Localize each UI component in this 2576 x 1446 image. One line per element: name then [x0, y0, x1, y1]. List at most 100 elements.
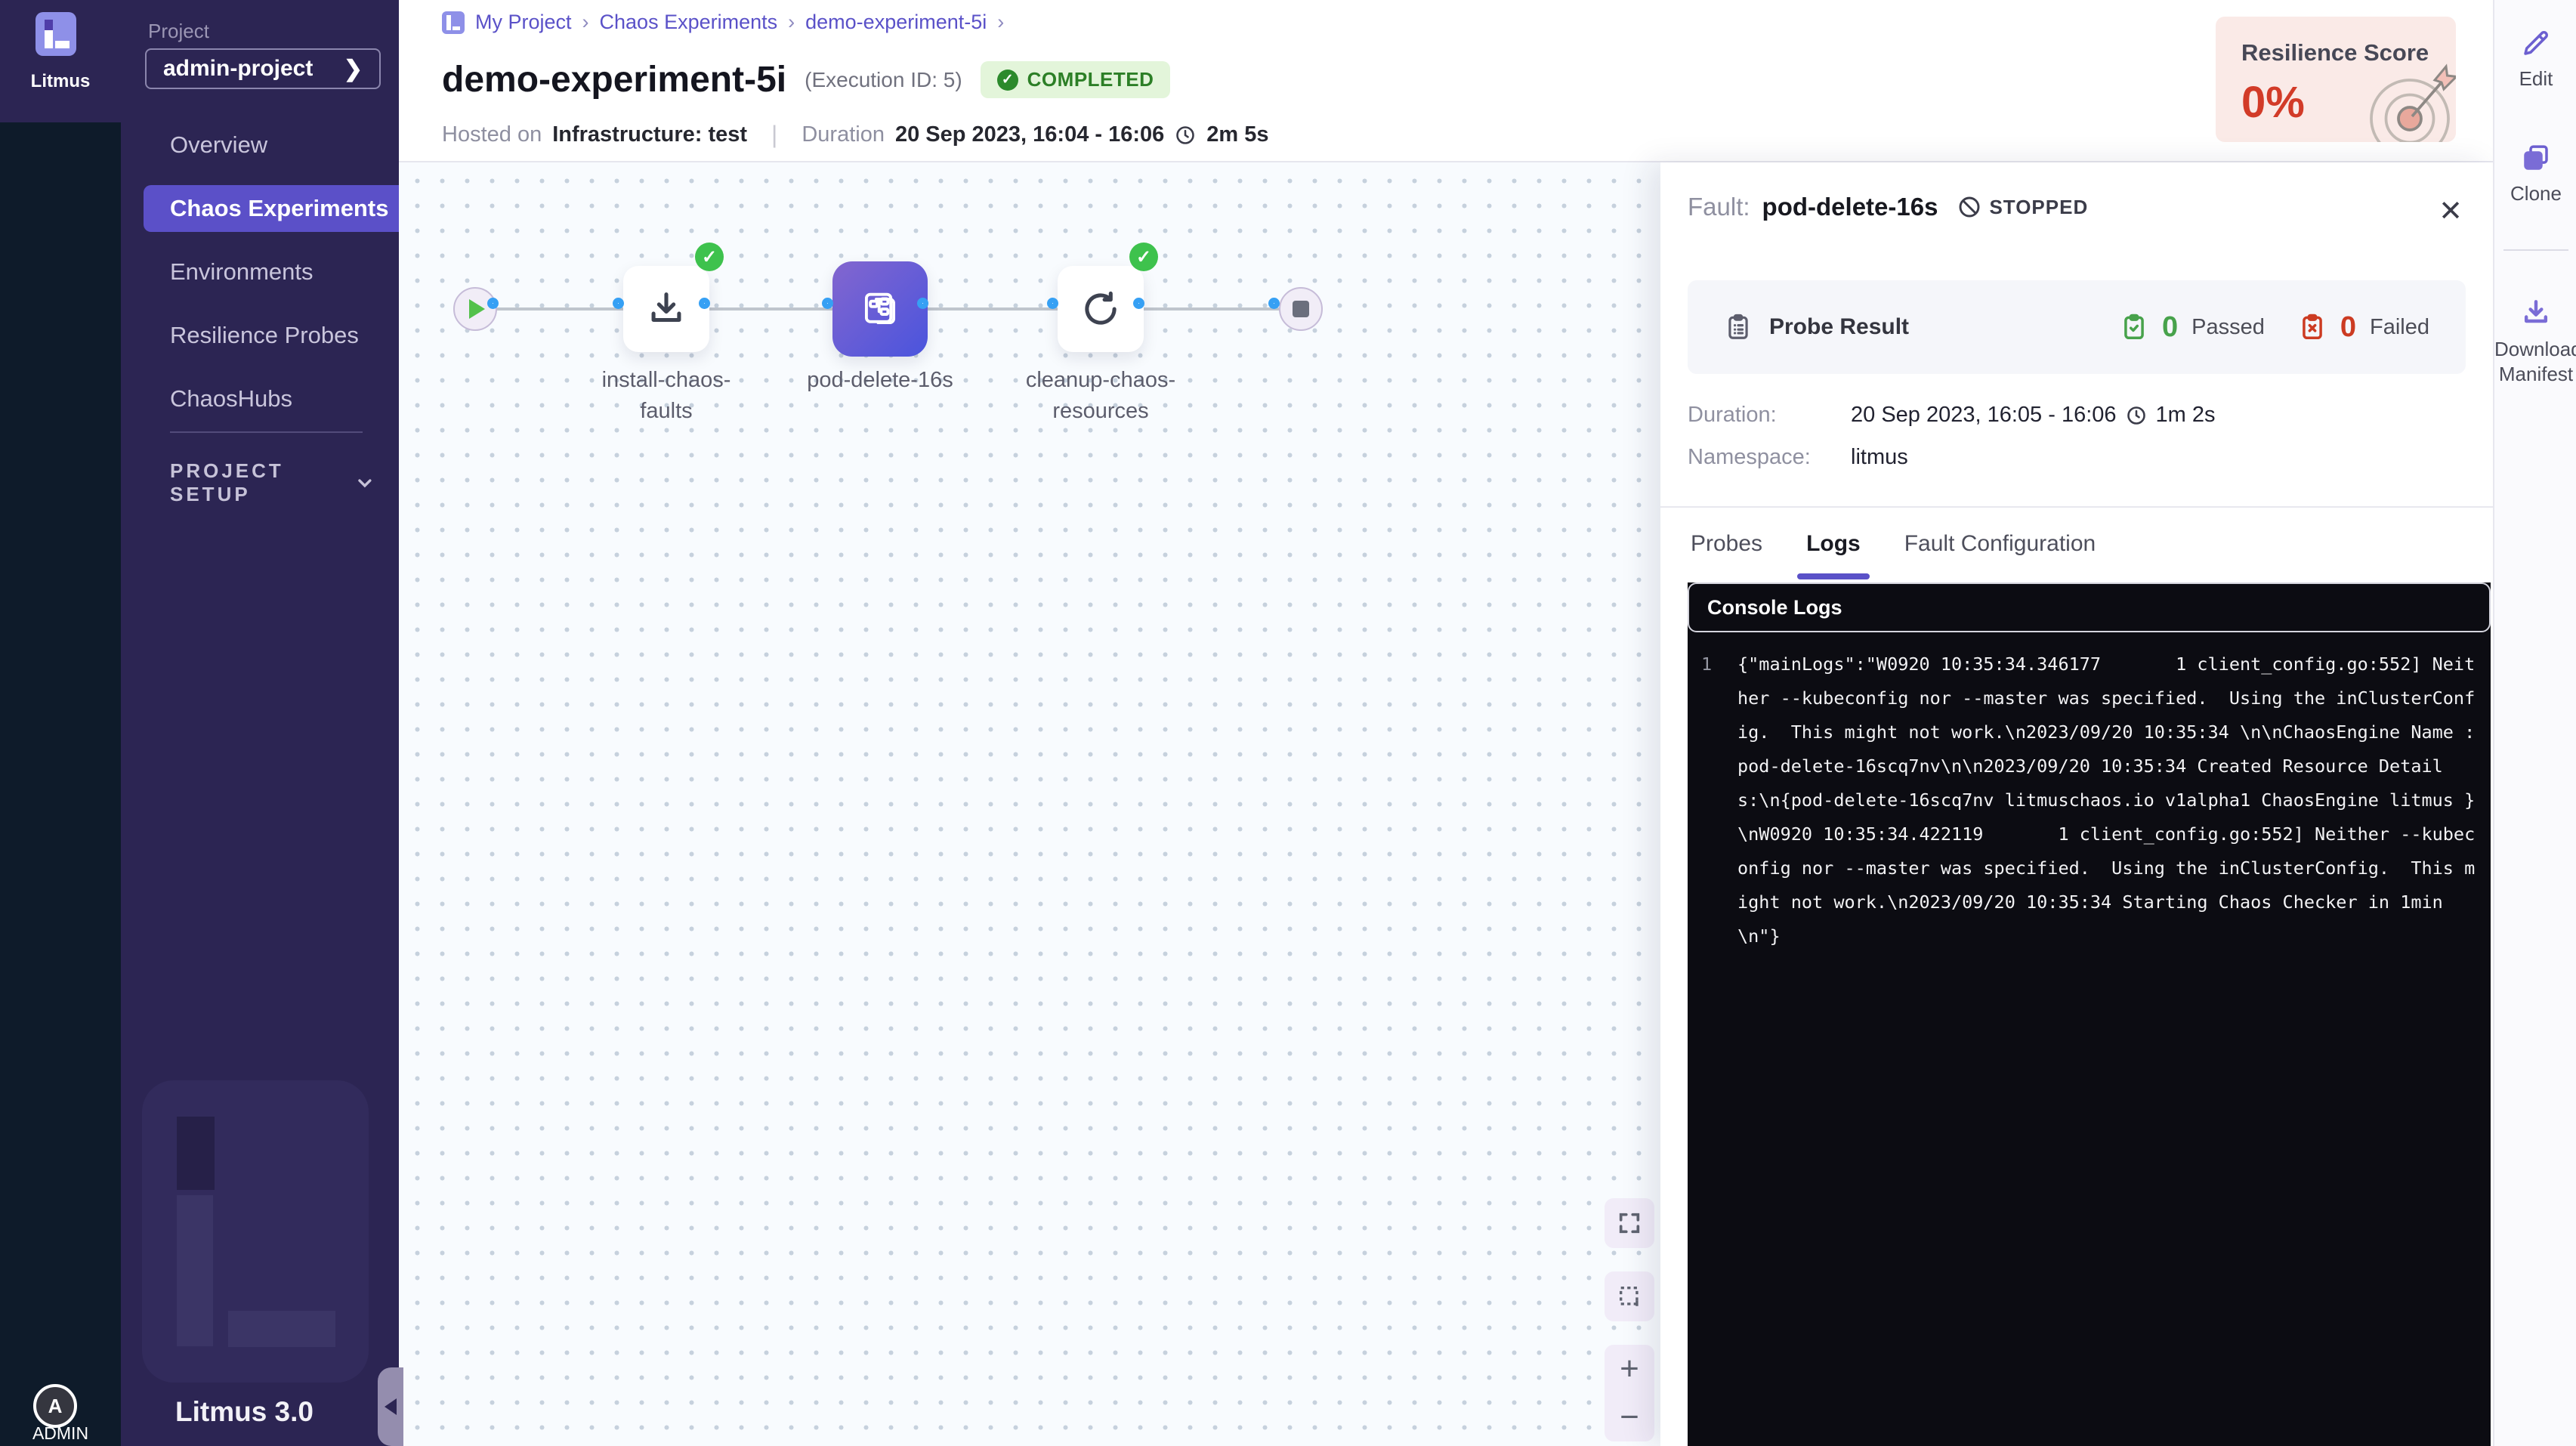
node-install-chaos-faults[interactable]: [623, 266, 709, 352]
fault-title-row: Fault: pod-delete-16s STOPPED: [1688, 193, 2466, 221]
tab-fault-configuration[interactable]: Fault Configuration: [1904, 531, 2096, 573]
project-name: admin-project: [163, 56, 313, 82]
probe-result-box: Probe Result 0 Passed 0 Failed: [1688, 280, 2466, 374]
clone-button[interactable]: Clone: [2494, 142, 2576, 206]
failed-count: 0: [2340, 311, 2356, 344]
port: [699, 298, 710, 309]
right-toolbar: Edit Clone Download Manifest: [2493, 0, 2576, 1446]
clipboard-icon: [1724, 313, 1753, 341]
tab-logs[interactable]: Logs: [1806, 531, 1861, 573]
sidebar-item-overview[interactable]: Overview: [121, 113, 399, 177]
sidebar-collapse-button[interactable]: [378, 1367, 403, 1446]
fullscreen-icon: [1617, 1210, 1642, 1236]
project-selector[interactable]: admin-project ❯: [145, 48, 381, 89]
sidebar-item-chaos-experiments[interactable]: Chaos Experiments: [144, 185, 399, 232]
failed-clipboard-icon: [2298, 313, 2327, 341]
breadcrumb-logo-icon: [442, 11, 465, 34]
execution-id: (Execution ID: 5): [805, 68, 962, 92]
edit-button[interactable]: Edit: [2494, 27, 2576, 91]
project-label: Project: [148, 20, 209, 43]
pipeline-start-node[interactable]: [453, 287, 497, 331]
sidebar-item-resilience-probes[interactable]: Resilience Probes: [121, 304, 399, 367]
download-manifest-label: Download Manifest: [2494, 337, 2576, 387]
port: [822, 298, 833, 309]
breadcrumb-chaos-experiments[interactable]: Chaos Experiments: [600, 11, 778, 34]
failed-label: Failed: [2370, 315, 2429, 340]
port: [1047, 298, 1058, 309]
success-check-icon: ✓: [695, 243, 724, 271]
node-pod-delete-16s[interactable]: [832, 261, 928, 357]
port: [487, 298, 499, 309]
node-label: cleanup-chaos-resources: [1010, 365, 1191, 427]
console-logs-body[interactable]: 1 {"mainLogs":"W0920 10:35:34.346177 1 c…: [1688, 637, 2491, 1446]
clock-icon: [2126, 405, 2147, 426]
selection-mode-button[interactable]: [1605, 1271, 1654, 1321]
collapse-arrow-icon: [385, 1398, 397, 1415]
duration-value: 20 Sep 2023, 16:04 - 16:06: [895, 122, 1164, 147]
breadcrumb: My Project › Chaos Experiments › demo-ex…: [442, 11, 1004, 34]
duration-elapsed: 2m 5s: [1206, 122, 1268, 147]
download-icon: [644, 287, 688, 331]
status-badge: ✓ COMPLETED: [981, 61, 1171, 98]
close-icon[interactable]: ✕: [2439, 197, 2463, 226]
stop-icon: [1293, 301, 1309, 317]
sidebar-divider: [170, 431, 363, 433]
copy-icon: [2520, 142, 2552, 174]
selection-box-icon: [1617, 1284, 1642, 1309]
title-row: demo-experiment-5i (Execution ID: 5) ✓ C…: [442, 59, 1170, 100]
check-circle-icon: ✓: [997, 70, 1018, 91]
pencil-icon: [2520, 27, 2552, 59]
project-setup-toggle[interactable]: PROJECT SETUP: [170, 459, 374, 506]
port: [1133, 298, 1144, 309]
page-title: demo-experiment-5i: [442, 59, 786, 100]
stopped-icon: [1957, 195, 1981, 219]
node-cleanup-chaos-resources[interactable]: [1058, 266, 1144, 352]
zoom-controls: + −: [1605, 1345, 1654, 1441]
download-manifest-button[interactable]: Download Manifest: [2494, 296, 2576, 387]
zoom-out-button[interactable]: −: [1605, 1393, 1654, 1441]
fault-duration-value: 20 Sep 2023, 16:05 - 16:06 1m 2s: [1851, 403, 2216, 428]
clock-icon: [1175, 125, 1196, 146]
console-logs-panel: Console Logs 1 {"mainLogs":"W0920 10:35:…: [1688, 582, 2491, 1446]
fault-duration-row: Duration: 20 Sep 2023, 16:05 - 16:06 1m …: [1688, 403, 2216, 428]
target-illustration: [2353, 48, 2456, 142]
resilience-score-card: Resilience Score 0%: [2216, 17, 2456, 142]
litmus-watermark: [142, 1080, 369, 1383]
zoom-in-button[interactable]: +: [1605, 1345, 1654, 1393]
version-label: Litmus 3.0: [175, 1396, 314, 1428]
pipeline-end-node[interactable]: [1279, 287, 1323, 331]
avatar-label: ADMIN: [0, 1423, 121, 1444]
litmus-logo-icon[interactable]: [36, 12, 76, 56]
passed-clipboard-icon: [2120, 313, 2148, 341]
sidebar-item-chaoshubs[interactable]: ChaosHubs: [121, 367, 399, 431]
litmus-logo-label: Litmus: [0, 71, 121, 92]
refresh-icon: [1079, 287, 1123, 331]
port: [1268, 298, 1280, 309]
fault-status: STOPPED: [1957, 195, 2088, 219]
log-line-number: 1: [1701, 647, 1737, 1446]
left-rail: Litmus A ADMIN: [0, 0, 121, 1446]
avatar[interactable]: A: [33, 1384, 77, 1428]
page-header: My Project › Chaos Experiments › demo-ex…: [399, 0, 2493, 162]
experiment-icon: [857, 286, 903, 332]
fault-tabs: Probes Logs Fault Configuration: [1691, 531, 2096, 573]
sidebar-item-environments[interactable]: Environments: [121, 240, 399, 304]
breadcrumb-my-project[interactable]: My Project: [475, 11, 572, 34]
console-logs-header: Console Logs: [1688, 582, 2491, 632]
sidebar-nav: Overview Chaos Experiments Environments …: [121, 113, 399, 431]
rail-logo-block: Litmus: [0, 0, 121, 122]
passed-count: 0: [2162, 311, 2178, 344]
breadcrumb-demo-experiment[interactable]: demo-experiment-5i: [805, 11, 987, 34]
tab-probes[interactable]: Probes: [1691, 531, 1762, 573]
fit-view-button[interactable]: [1605, 1198, 1654, 1248]
fault-namespace-value: litmus: [1851, 445, 1908, 470]
chevron-right-icon: ❯: [344, 56, 363, 82]
download-icon: [2519, 296, 2553, 329]
probe-result-title: Probe Result: [1724, 313, 1909, 341]
sidebar: Project admin-project ❯ Overview Chaos E…: [121, 0, 399, 1446]
litmus-app: Litmus A ADMIN Project admin-project ❯ O…: [0, 0, 2576, 1446]
port: [613, 298, 624, 309]
probe-counts: 0 Passed 0 Failed: [2120, 311, 2429, 344]
passed-label: Passed: [2191, 315, 2265, 340]
node-label: install-chaos-faults: [576, 365, 757, 427]
